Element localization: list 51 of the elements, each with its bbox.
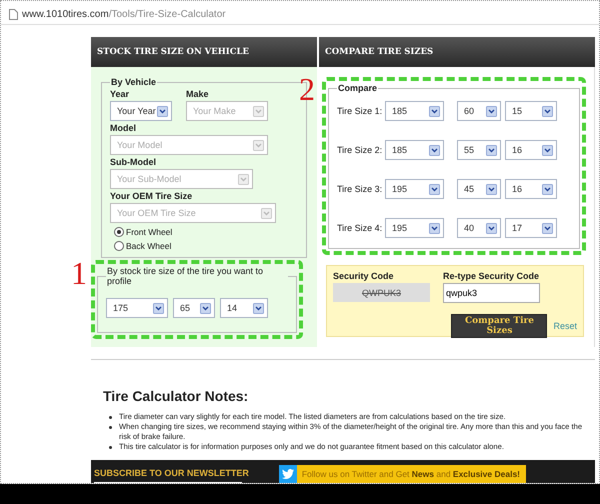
radio-button[interactable] (114, 227, 124, 237)
dropdown[interactable]: 15 (505, 101, 557, 121)
captcha-code: QWPUK3 (333, 283, 430, 302)
dropdown[interactable]: 17 (505, 218, 557, 238)
field-label: Year (110, 89, 130, 99)
url-text[interactable]: www.1010tires.com/Tools/Tire-Size-Calculator (22, 8, 226, 20)
group-title: By stock tire size of the tire you want to profile (106, 266, 264, 286)
page-icon (9, 8, 18, 20)
radio-option[interactable]: Back Wheel (114, 241, 172, 251)
dropdown[interactable]: 175 (106, 298, 168, 318)
dropdown[interactable]: 14 (220, 298, 268, 318)
field-label: Sub-Model (110, 157, 157, 167)
dropdown[interactable]: 65 (173, 298, 215, 318)
annotation-number: 1 (71, 257, 87, 289)
dropdown[interactable]: 60 (457, 101, 501, 121)
dropdown[interactable]: 16 (505, 140, 557, 160)
annotation-number: 2 (299, 73, 315, 105)
dropdown[interactable]: 45 (457, 179, 501, 199)
group-title: Compare (337, 83, 378, 93)
bird-icon (282, 469, 294, 479)
dropdown[interactable]: Your Year (110, 101, 172, 121)
twitter-button[interactable]: Follow us on Twitter and Get News and Exclusive Deals! (278, 465, 526, 483)
radio-button[interactable] (114, 241, 124, 251)
field-label: Make (186, 89, 210, 99)
dropdown[interactable]: 40 (457, 218, 501, 238)
field-label: Your OEM Tire Size (110, 191, 194, 201)
field-label: Security Code (333, 271, 395, 281)
section-header: STOCK TIRE SIZE ON VEHICLE (91, 37, 317, 67)
tire-size-label: Tire Size 1: (337, 106, 384, 116)
field-label: Model (110, 123, 137, 133)
bullet-icon (109, 426, 112, 429)
dropdown[interactable]: 195 (385, 179, 444, 199)
bullet-icon (109, 446, 112, 449)
radio-option[interactable]: Front Wheel (114, 227, 172, 237)
dropdown[interactable]: 185 (385, 101, 444, 121)
bullet-icon (109, 416, 112, 419)
security-code-input[interactable]: qwpuk3 (443, 283, 540, 303)
compare-button[interactable]: Compare Tire Sizes (451, 314, 548, 338)
field-label: Re-type Security Code (443, 271, 540, 281)
tire-size-label: Tire Size 4: (337, 223, 384, 233)
dropdown[interactable]: 16 (505, 179, 557, 199)
tire-size-label: Tire Size 2: (337, 145, 384, 155)
dropdown[interactable]: 195 (385, 218, 444, 238)
reset-link[interactable]: Reset (553, 321, 577, 331)
newsletter-title: SUBSCRIBE TO OUR NEWSLETTER (94, 468, 249, 478)
tire-size-label: Tire Size 3: (337, 184, 384, 194)
notes-title: Tire Calculator Notes: (103, 388, 250, 404)
group-title: By Vehicle (110, 77, 158, 87)
dropdown[interactable]: 55 (457, 140, 501, 160)
dropdown[interactable]: 185 (385, 140, 444, 160)
section-header: COMPARE TIRE SIZES (319, 37, 595, 67)
